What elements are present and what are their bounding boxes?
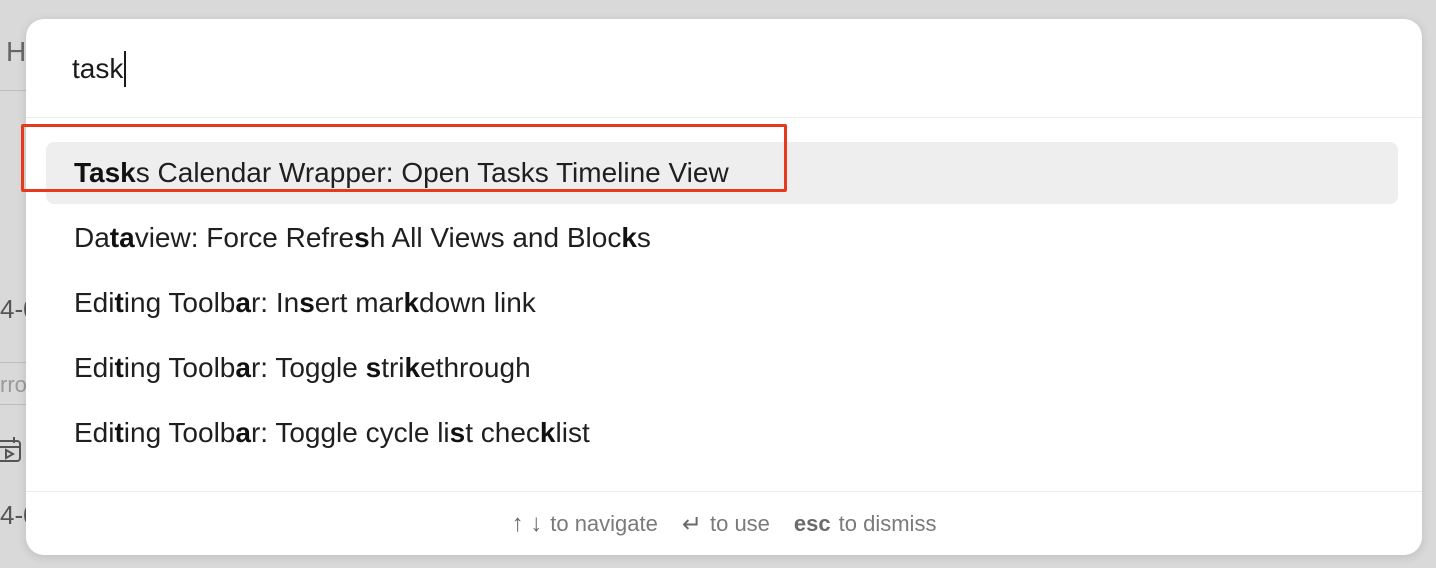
result-text: ing Toolb <box>123 417 236 448</box>
result-text: ing Toolb <box>123 352 236 383</box>
command-result-item[interactable]: Editing Toolbar: Insert markdown link <box>46 272 1398 334</box>
esc-key: esc <box>793 511 831 536</box>
result-text: tri <box>381 352 405 383</box>
result-text: down link <box>419 287 536 318</box>
result-text: view: Force Refre <box>134 222 355 253</box>
match-highlight: k <box>404 352 421 383</box>
match-highlight: k <box>403 287 420 318</box>
result-text: s <box>636 222 651 253</box>
result-text: r: In <box>250 287 300 318</box>
result-text: Edi <box>74 287 115 318</box>
keyboard-hints: ↑ ↓ to navigate ↵ to use esc to dismiss <box>26 491 1422 555</box>
hint-use-label: to use <box>709 511 770 536</box>
match-highlight: a <box>235 287 251 318</box>
result-text: Da <box>74 222 110 253</box>
command-palette: Tasks Calendar Wrapper: Open Tasks Timel… <box>26 19 1422 555</box>
bg-date-fragment: 4-0 <box>0 294 28 324</box>
hint-dismiss: esc to dismiss <box>794 511 937 537</box>
match-highlight: t <box>114 417 124 448</box>
hint-navigate-label: to navigate <box>550 511 658 536</box>
hint-dismiss-label: to dismiss <box>838 511 937 536</box>
bg-error-fragment: rro <box>0 372 27 397</box>
command-result-item[interactable]: Dataview: Force Refresh All Views and Bl… <box>46 207 1398 269</box>
result-text: list <box>555 417 590 448</box>
match-highlight: k <box>621 222 637 253</box>
search-row <box>26 19 1422 118</box>
match-highlight: ta <box>109 222 135 253</box>
match-highlight: s <box>354 222 370 253</box>
command-results-list: Tasks Calendar Wrapper: Open Tasks Timel… <box>46 142 1398 467</box>
arrow-keys-icon: ↑ ↓ <box>511 510 543 537</box>
hint-navigate: ↑ ↓ to navigate <box>512 510 658 538</box>
result-text: r: Toggle cycle li <box>250 417 450 448</box>
match-highlight: a <box>235 352 251 383</box>
enter-key-icon: ↵ <box>681 510 702 538</box>
result-text: r: Toggle <box>250 352 366 383</box>
result-text: s Calendar Wrapper: Open Tasks Timeline … <box>135 157 729 188</box>
match-highlight: t <box>114 352 124 383</box>
match-highlight: k <box>539 417 556 448</box>
command-search-input[interactable] <box>72 49 1372 89</box>
result-text: Edi <box>74 417 115 448</box>
text-caret <box>124 51 127 87</box>
result-text: t chec <box>465 417 540 448</box>
command-result-item[interactable]: Editing Toolbar: Toggle strikethrough <box>46 337 1398 399</box>
match-highlight: s <box>449 417 466 448</box>
hint-use: ↵ to use <box>682 510 770 539</box>
command-result-item[interactable]: Tasks Calendar Wrapper: Open Tasks Timel… <box>46 142 1398 204</box>
result-text: Edi <box>74 352 115 383</box>
result-text: h All Views and Bloc <box>369 222 622 253</box>
command-result-item[interactable]: Editing Toolbar: Toggle cycle list check… <box>46 402 1398 464</box>
match-highlight: Task <box>74 157 136 188</box>
result-text: ethrough <box>420 352 531 383</box>
match-highlight: s <box>365 352 382 383</box>
match-highlight: t <box>114 287 124 318</box>
calendar-play-icon <box>0 437 21 462</box>
bg-date-fragment: 4-0 <box>0 500 28 530</box>
result-text: ert mar <box>314 287 404 318</box>
result-text: ing Toolb <box>123 287 236 318</box>
match-highlight: s <box>299 287 315 318</box>
match-highlight: a <box>235 417 251 448</box>
